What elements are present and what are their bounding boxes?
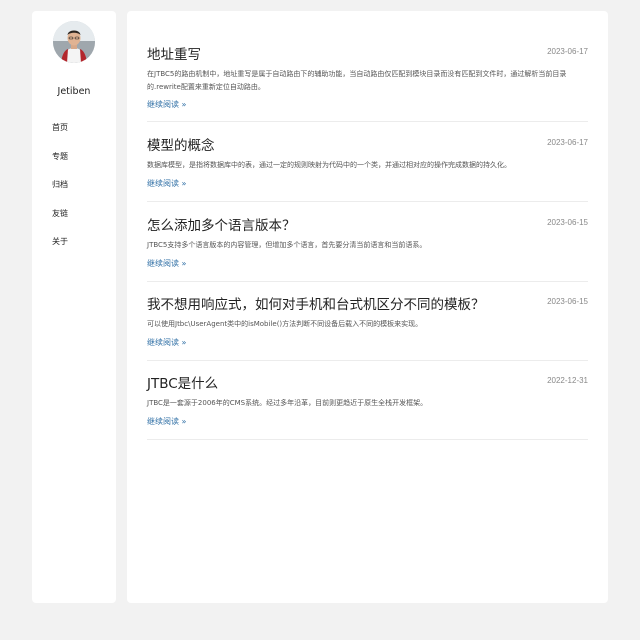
article-summary: 在JTBC5的路由机制中，地址重写是属于自动路由下的辅助功能，当自动路由仅匹配到…: [147, 70, 567, 91]
read-more-link[interactable]: 继续阅读 »: [147, 337, 186, 348]
article-item: 地址重写 2023-06-17 在JTBC5的路由机制中，地址重写是属于自动路由…: [147, 43, 588, 122]
article-item: 怎么添加多个语言版本？ 2023-06-15 JTBC5支持多个语言版本的内容管…: [147, 214, 588, 282]
article-summary: 可以使用Jtbc\UserAgent类中的isMobile()方法判断不同设备后…: [147, 320, 423, 328]
nav-item-friend-links[interactable]: 友链: [52, 209, 68, 238]
article-item: JTBC是什么 2022-12-31 JTBC是一套源于2006年的CMS系统。…: [147, 372, 588, 440]
article-list: 地址重写 2023-06-17 在JTBC5的路由机制中，地址重写是属于自动路由…: [127, 11, 608, 603]
article-date: 2023-06-17: [547, 47, 588, 56]
read-more-link[interactable]: 继续阅读 »: [147, 258, 186, 269]
article-title[interactable]: JTBC是什么: [147, 372, 218, 392]
nav-item-archive[interactable]: 归档: [52, 180, 68, 209]
article-date: 2023-06-15: [547, 297, 588, 306]
article-date: 2022-12-31: [547, 376, 588, 385]
read-more-link[interactable]: 继续阅读 »: [147, 178, 186, 189]
read-more-link[interactable]: 继续阅读 »: [147, 416, 186, 427]
article-title[interactable]: 我不想用响应式，如何对手机和台式机区分不同的模板？: [147, 293, 485, 313]
article-date: 2023-06-15: [547, 218, 588, 227]
article-title[interactable]: 地址重写: [147, 43, 201, 63]
nav-item-home[interactable]: 首页: [52, 123, 68, 152]
article-title[interactable]: 怎么添加多个语言版本？: [147, 214, 296, 234]
nav-item-about[interactable]: 关于: [52, 237, 68, 266]
nav-item-topics[interactable]: 专题: [52, 152, 68, 181]
article-item: 模型的概念 2023-06-17 数据库模型，是指将数据库中的表，通过一定的规则…: [147, 134, 588, 202]
avatar-image: [53, 21, 95, 63]
article-summary: JTBC5支持多个语言版本的内容管理，但增加多个语言，首先要分清当前语言和当前语…: [147, 241, 427, 249]
article-summary: 数据库模型，是指将数据库中的表，通过一定的规则映射为代码中的一个类，并通过相对应…: [147, 161, 511, 169]
read-more-link[interactable]: 继续阅读 »: [147, 99, 186, 110]
article-item: 我不想用响应式，如何对手机和台式机区分不同的模板？ 2023-06-15 可以使…: [147, 293, 588, 361]
article-summary: JTBC是一套源于2006年的CMS系统。经过多年沿革，目前则更趋近于原生全栈开…: [147, 399, 428, 407]
article-date: 2023-06-17: [547, 138, 588, 147]
avatar[interactable]: [53, 21, 95, 63]
username: Jetiben: [57, 86, 91, 97]
article-title[interactable]: 模型的概念: [147, 134, 215, 154]
sidebar: Jetiben 首页 专题 归档 友链 关于: [32, 11, 116, 603]
sidebar-nav: 首页 专题 归档 友链 关于: [52, 123, 68, 266]
